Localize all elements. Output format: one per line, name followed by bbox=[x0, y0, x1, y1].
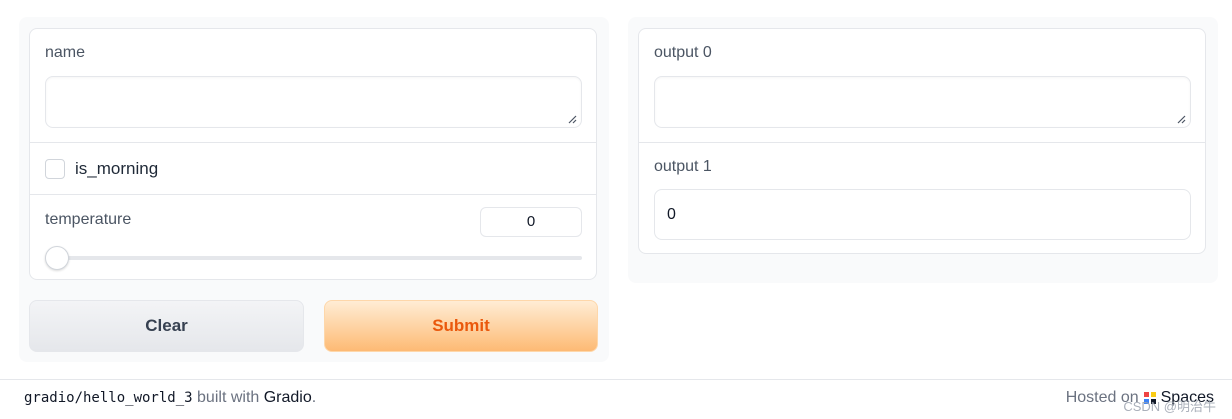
footer: gradio/hello_world_3 built with Gradio. … bbox=[0, 379, 1232, 419]
temperature-label: temperature bbox=[45, 211, 132, 228]
output0-label: output 0 bbox=[654, 44, 712, 61]
footer-credits: gradio/hello_world_3 built with Gradio. bbox=[24, 389, 316, 407]
temperature-number-input[interactable]: 0 bbox=[480, 207, 582, 237]
is-morning-label[interactable]: is_morning bbox=[75, 159, 158, 179]
temperature-block: temperature 0 bbox=[30, 195, 596, 279]
output0-textarea[interactable] bbox=[654, 76, 1191, 128]
output1-block: output 1 0 bbox=[639, 143, 1205, 253]
watermark: CSDN @明治牛 bbox=[1123, 399, 1216, 414]
name-block: name bbox=[30, 29, 596, 142]
is-morning-block: is_morning bbox=[30, 143, 596, 194]
temperature-slider-track[interactable] bbox=[45, 256, 582, 260]
clear-button[interactable]: Clear bbox=[29, 300, 304, 352]
repo-name[interactable]: gradio/hello_world_3 bbox=[24, 390, 193, 406]
submit-button[interactable]: Submit bbox=[324, 300, 598, 352]
output-panel: output 0 output 1 0 bbox=[628, 17, 1218, 283]
input-panel: name is_morning temperature 0 Clear Subm… bbox=[19, 17, 609, 362]
output0-block: output 0 bbox=[639, 29, 1205, 142]
output1-textbox[interactable]: 0 bbox=[654, 189, 1191, 240]
name-textarea[interactable] bbox=[45, 76, 582, 128]
temperature-slider-thumb[interactable] bbox=[45, 246, 69, 270]
name-label: name bbox=[45, 44, 86, 61]
output1-label: output 1 bbox=[654, 158, 712, 175]
resize-handle-icon[interactable] bbox=[567, 114, 577, 124]
input-card: name is_morning temperature 0 bbox=[29, 28, 597, 280]
gradio-link[interactable]: Gradio bbox=[264, 389, 312, 406]
is-morning-checkbox[interactable] bbox=[45, 159, 65, 179]
footer-period: . bbox=[311, 389, 317, 406]
resize-handle-icon[interactable] bbox=[1176, 114, 1186, 124]
output-card: output 0 output 1 0 bbox=[638, 28, 1206, 254]
built-with-text: built with bbox=[197, 389, 260, 406]
